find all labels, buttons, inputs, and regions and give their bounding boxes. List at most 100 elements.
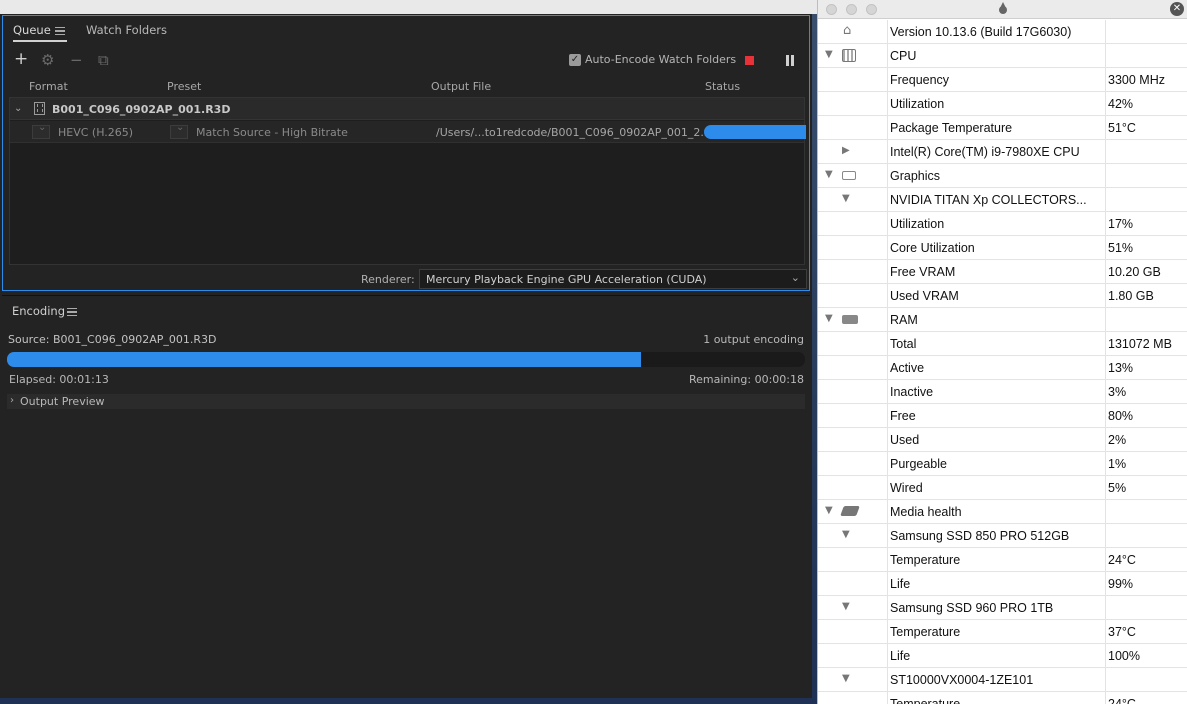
column-divider	[1105, 116, 1106, 140]
minus-icon[interactable]: −	[70, 51, 83, 69]
stats-row[interactable]: ▶ Intel(R) Core(TM) i9-7980XE CPU	[818, 140, 1187, 164]
stats-row-value: 99%	[1108, 577, 1134, 591]
stats-row-icon-cell	[818, 404, 888, 428]
disclosure-expanded-icon[interactable]: ▼	[825, 313, 833, 324]
sliders-icon[interactable]: ⚙	[41, 51, 54, 69]
disclosure-collapsed-icon[interactable]: ▶	[842, 145, 850, 156]
column-format[interactable]: Format	[29, 80, 68, 93]
stats-row-icon-cell	[818, 452, 888, 476]
stats-row-label: Media health	[890, 505, 962, 519]
window-close-button[interactable]	[826, 4, 837, 15]
film-icon	[34, 102, 45, 115]
stats-row-icon-cell	[818, 260, 888, 284]
stats-row-value: 10.20 GB	[1108, 265, 1161, 279]
column-divider	[1105, 260, 1106, 284]
stats-row-icon-cell	[818, 116, 888, 140]
stats-row[interactable]: ▼ RAM	[818, 308, 1187, 332]
preset-dropdown[interactable]	[170, 122, 188, 139]
output-preset[interactable]: Match Source - High Bitrate	[196, 126, 348, 139]
output-preview-toggle[interactable]: › Output Preview	[7, 394, 805, 409]
stats-row: Temperature 24°C	[818, 548, 1187, 572]
column-divider	[1105, 572, 1106, 596]
stats-row-icon-cell	[818, 380, 888, 404]
stats-row-value: 42%	[1108, 97, 1134, 111]
disclosure-expanded-icon[interactable]: ▼	[842, 529, 850, 540]
stats-row-label: Life	[890, 649, 911, 663]
stats-row[interactable]: ▼ Media health	[818, 500, 1187, 524]
stats-row: Total 131072 MB	[818, 332, 1187, 356]
tab-queue[interactable]: Queue	[13, 23, 51, 37]
column-divider	[1105, 500, 1106, 524]
media-encoder-window: Queue Watch Folders + ⚙ − ⧉ ✓ Auto-Encod…	[0, 14, 812, 698]
renderer-select[interactable]: Mercury Playback Engine GPU Acceleration…	[419, 269, 807, 289]
output-format[interactable]: HEVC (H.265)	[58, 126, 133, 139]
elapsed-time: Elapsed: 00:01:13	[9, 373, 109, 386]
column-divider	[1105, 524, 1106, 548]
column-output-file[interactable]: Output File	[431, 80, 491, 93]
stats-row-label: Intel(R) Core(TM) i9-7980XE CPU	[890, 145, 1080, 159]
encoding-source: Source: B001_C096_0902AP_001.R3D	[8, 333, 217, 346]
column-divider	[1105, 44, 1106, 68]
duplicate-icon[interactable]: ⧉	[98, 51, 109, 69]
stats-row-value: 2%	[1108, 433, 1127, 447]
tab-watch-folders[interactable]: Watch Folders	[86, 23, 167, 37]
stats-row-icon-cell	[818, 356, 888, 380]
stats-row-label: Inactive	[890, 385, 934, 399]
stats-row-icon-cell	[818, 548, 888, 572]
plus-icon[interactable]: +	[14, 49, 28, 69]
column-divider	[1105, 428, 1106, 452]
column-status[interactable]: Status	[705, 80, 740, 93]
stats-row-label: Life	[890, 577, 911, 591]
stats-row: Utilization 17%	[818, 212, 1187, 236]
system-stats-window: ✕ ⌂ Version 10.13.6 (Build 17G6030) ▼ CPU Fr…	[817, 0, 1187, 704]
column-divider	[1105, 332, 1106, 356]
stats-row[interactable]: ▼ ST10000VX0004-1ZE101	[818, 668, 1187, 692]
close-icon[interactable]: ✕	[1170, 2, 1184, 16]
stats-row-icon-cell: ▶	[818, 140, 888, 164]
stats-row-value: 3%	[1108, 385, 1127, 399]
column-divider	[1105, 476, 1106, 500]
stats-row-icon-cell	[818, 644, 888, 668]
stats-row-icon-cell: ▼	[818, 188, 888, 212]
queue-output-row[interactable]: HEVC (H.265) Match Source - High Bitrate…	[10, 121, 806, 143]
stats-row[interactable]: ▼ NVIDIA TITAN Xp COLLECTORS...	[818, 188, 1187, 212]
stats-row-label: Core Utilization	[890, 241, 975, 255]
window-minimize-button[interactable]	[846, 4, 857, 15]
column-preset[interactable]: Preset	[167, 80, 201, 93]
auto-encode-label: Auto-Encode Watch Folders	[585, 53, 737, 66]
queue-source-row[interactable]: ⌄ B001_C096_0902AP_001.R3D	[10, 98, 804, 120]
auto-encode-checkbox[interactable]: ✓	[569, 54, 581, 66]
stats-row-label: Utilization	[890, 217, 945, 231]
disclosure-expanded-icon[interactable]: ▼	[842, 601, 850, 612]
disclosure-expanded-icon[interactable]: ▼	[842, 673, 850, 684]
disclosure-expanded-icon[interactable]: ▼	[825, 169, 833, 180]
encoding-progress-track	[7, 352, 805, 367]
stats-row: Temperature 37°C	[818, 620, 1187, 644]
chevron-down-icon[interactable]: ⌄	[14, 103, 22, 114]
stats-row[interactable]: ▼ CPU	[818, 44, 1187, 68]
format-dropdown[interactable]	[32, 122, 50, 139]
stats-row[interactable]: ▼ Samsung SSD 960 PRO 1TB	[818, 596, 1187, 620]
stats-row: Life 100%	[818, 644, 1187, 668]
renderer-value: Mercury Playback Engine GPU Acceleration…	[426, 273, 707, 286]
column-divider	[1105, 68, 1106, 92]
stats-row-label: Samsung SSD 960 PRO 1TB	[890, 601, 1054, 615]
stats-row-label: Temperature	[890, 625, 961, 639]
stop-queue-button[interactable]	[745, 56, 754, 65]
stats-row-icon-cell	[818, 476, 888, 500]
stats-row-value: 80%	[1108, 409, 1134, 423]
output-file-path[interactable]: /Users/...to1redcode/B001_C096_0902AP_00…	[436, 126, 729, 139]
stats-row[interactable]: ▼ Samsung SSD 850 PRO 512GB	[818, 524, 1187, 548]
stats-row-icon-cell	[818, 68, 888, 92]
encoding-title[interactable]: Encoding	[12, 304, 65, 318]
panel-menu-icon[interactable]	[55, 27, 65, 35]
disclosure-expanded-icon[interactable]: ▼	[842, 193, 850, 204]
pause-queue-button[interactable]	[785, 55, 795, 66]
column-divider	[1105, 620, 1106, 644]
panel-menu-icon[interactable]	[67, 308, 77, 316]
active-tab-indicator	[13, 40, 67, 42]
disclosure-expanded-icon[interactable]: ▼	[825, 49, 833, 60]
window-zoom-button[interactable]	[866, 4, 877, 15]
stats-row[interactable]: ▼ Graphics	[818, 164, 1187, 188]
disclosure-expanded-icon[interactable]: ▼	[825, 505, 833, 516]
